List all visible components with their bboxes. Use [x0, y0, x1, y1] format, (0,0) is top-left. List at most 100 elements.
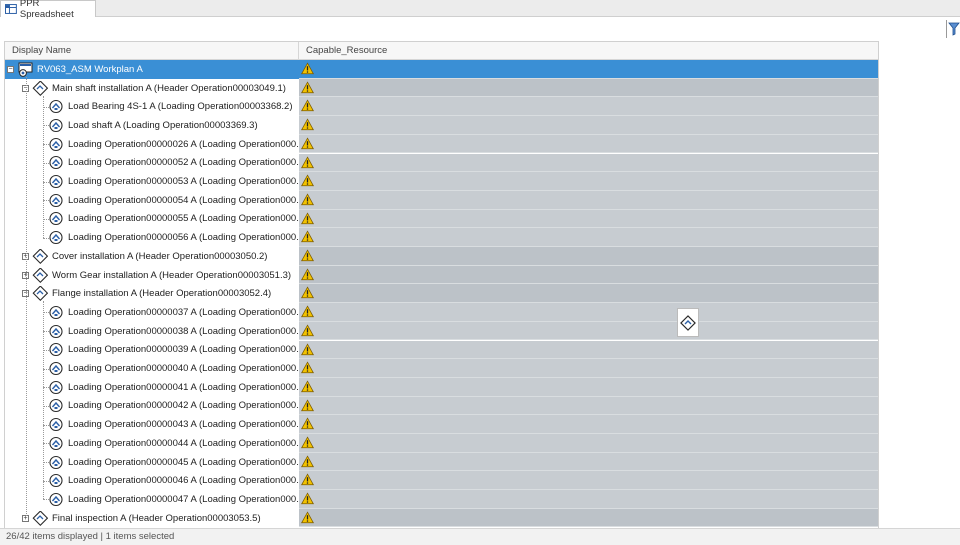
table-row[interactable]: Loading Operation00000045 A (Loading Ope… — [5, 452, 878, 472]
display-name-cell[interactable]: Loading Operation00000039 A (Loading Ope… — [5, 340, 299, 360]
capable-resource-cell[interactable] — [299, 321, 878, 341]
display-name-cell[interactable]: Loading Operation00000055 A (Loading Ope… — [5, 209, 299, 229]
filter-button[interactable] — [946, 20, 960, 38]
capable-resource-cell[interactable] — [299, 153, 878, 173]
table-row[interactable]: Loading Operation00000026 A (Loading Ope… — [5, 134, 878, 154]
warning-icon — [301, 249, 314, 262]
warning-icon — [301, 212, 314, 225]
display-name-cell[interactable]: Loading Operation00000044 A (Loading Ope… — [5, 434, 299, 453]
capable-resource-cell[interactable] — [299, 134, 878, 154]
column-header-display-name[interactable]: Display Name — [5, 42, 299, 60]
table-row[interactable]: Loading Operation00000056 A (Loading Ope… — [5, 228, 878, 247]
display-name-cell[interactable]: Loading Operation00000054 A (Loading Ope… — [5, 190, 299, 210]
display-name-cell[interactable]: Loading Operation00000043 A (Loading Ope… — [5, 415, 299, 434]
table-row[interactable]: Loading Operation00000044 A (Loading Ope… — [5, 434, 878, 453]
capable-resource-cell[interactable] — [299, 209, 878, 229]
capable-resource-cell[interactable] — [299, 490, 878, 509]
capable-resource-cell[interactable] — [299, 434, 878, 453]
display-name-cell[interactable]: Loading Operation00000041 A (Loading Ope… — [5, 377, 299, 397]
display-name-cell[interactable]: Load Bearing 4S-1 A (Loading Operation00… — [5, 97, 299, 117]
loading-operation-icon — [48, 361, 64, 376]
table-row[interactable]: − RV063_ASM Workplan A — [5, 60, 878, 79]
display-name-cell[interactable]: Loading Operation00000056 A (Loading Ope… — [5, 228, 299, 247]
table-row[interactable]: Loading Operation00000038 A (Loading Ope… — [5, 321, 878, 341]
warning-icon — [301, 193, 314, 206]
capable-resource-cell[interactable] — [299, 284, 878, 304]
capable-resource-cell[interactable] — [299, 172, 878, 191]
table-row[interactable]: Loading Operation00000040 A (Loading Ope… — [5, 359, 878, 378]
capable-resource-cell[interactable] — [299, 396, 878, 416]
drag-ghost — [677, 308, 699, 337]
table-row[interactable]: Loading Operation00000053 A (Loading Ope… — [5, 172, 878, 191]
capable-resource-cell[interactable] — [299, 116, 878, 135]
table-row[interactable]: Load shaft A (Loading Operation00003369.… — [5, 116, 878, 135]
capable-resource-cell[interactable] — [299, 471, 878, 491]
warning-icon — [301, 230, 314, 243]
capable-resource-cell[interactable] — [299, 359, 878, 378]
capable-resource-cell[interactable] — [299, 97, 878, 117]
table-row[interactable]: − Main shaft installation A (Header Opera… — [5, 78, 878, 98]
display-name-cell[interactable]: Loading Operation00000052 A (Loading Ope… — [5, 153, 299, 173]
loading-operation-icon — [48, 230, 64, 245]
capable-resource-cell[interactable] — [299, 247, 878, 266]
capable-resource-cell[interactable] — [299, 228, 878, 247]
table-row[interactable]: Load Bearing 4S-1 A (Loading Operation00… — [5, 97, 878, 117]
capable-resource-cell[interactable] — [299, 78, 878, 98]
display-name-cell[interactable]: − RV063_ASM Workplan A — [5, 60, 299, 79]
table-row[interactable]: Loading Operation00000046 A (Loading Ope… — [5, 471, 878, 491]
display-name-cell[interactable]: Loading Operation00000040 A (Loading Ope… — [5, 359, 299, 378]
capable-resource-cell[interactable] — [299, 377, 878, 397]
display-name-cell[interactable]: + Worm Gear installation A (Header Operat… — [5, 265, 299, 285]
table-row[interactable]: − Flange installation A (Header Operation… — [5, 284, 878, 304]
display-name-cell[interactable]: − Flange installation A (Header Operation… — [5, 284, 299, 304]
display-name-cell[interactable]: Loading Operation00000037 A (Loading Ope… — [5, 303, 299, 322]
capable-resource-cell[interactable] — [299, 415, 878, 434]
capable-resource-cell[interactable] — [299, 303, 878, 322]
column-header-capable-resource[interactable]: Capable_Resource — [299, 42, 878, 60]
table-row[interactable]: Loading Operation00000037 A (Loading Ope… — [5, 303, 878, 322]
display-name-cell[interactable]: + Final inspection A (Header Operation000… — [5, 508, 299, 528]
table-row[interactable]: Loading Operation00000047 A (Loading Ope… — [5, 490, 878, 509]
table-row[interactable]: + Worm Gear installation A (Header Operat… — [5, 265, 878, 285]
table-row[interactable]: Loading Operation00000039 A (Loading Ope… — [5, 340, 878, 360]
tree-guide-line — [43, 443, 49, 445]
status-bar: 26/42 items displayed | 1 items selected — [0, 528, 960, 545]
display-name-cell[interactable]: Load shaft A (Loading Operation00003369.… — [5, 116, 299, 135]
display-name-cell[interactable]: − Main shaft installation A (Header Opera… — [5, 78, 299, 98]
table-row[interactable]: + Cover installation A (Header Operation0… — [5, 247, 878, 266]
row-label: Loading Operation00000055 A (Loading Ope… — [68, 213, 299, 225]
display-name-cell[interactable]: + Cover installation A (Header Operation0… — [5, 247, 299, 266]
capable-resource-cell[interactable] — [299, 265, 878, 285]
collapse-toggle[interactable]: − — [7, 65, 14, 73]
table-row[interactable]: Loading Operation00000054 A (Loading Ope… — [5, 190, 878, 210]
capable-resource-cell[interactable] — [299, 190, 878, 210]
capable-resource-cell[interactable] — [299, 60, 878, 79]
tree-guide-line — [43, 162, 49, 164]
capable-resource-cell[interactable] — [299, 452, 878, 472]
workplan-icon — [17, 62, 33, 77]
display-name-cell[interactable]: Loading Operation00000047 A (Loading Ope… — [5, 490, 299, 509]
display-name-cell[interactable]: Loading Operation00000046 A (Loading Ope… — [5, 471, 299, 491]
display-name-cell[interactable]: Loading Operation00000053 A (Loading Ope… — [5, 172, 299, 191]
table-row[interactable]: Loading Operation00000041 A (Loading Ope… — [5, 377, 878, 397]
loading-operation-icon — [48, 342, 64, 357]
tree-guide-line — [43, 480, 49, 482]
header-operation-icon — [32, 79, 49, 96]
capable-resource-cell[interactable] — [299, 508, 878, 528]
loading-operation-icon — [48, 118, 64, 133]
table-row[interactable]: Loading Operation00000042 A (Loading Ope… — [5, 396, 878, 416]
table-row[interactable]: Loading Operation00000043 A (Loading Ope… — [5, 415, 878, 434]
display-name-cell[interactable]: Loading Operation00000042 A (Loading Ope… — [5, 396, 299, 416]
table-row[interactable]: Loading Operation00000055 A (Loading Ope… — [5, 209, 878, 229]
display-name-cell[interactable]: Loading Operation00000045 A (Loading Ope… — [5, 452, 299, 472]
tab-ppr-spreadsheet[interactable]: PPR Spreadsheet — [0, 0, 96, 20]
warning-icon — [301, 380, 314, 393]
table-row[interactable]: + Final inspection A (Header Operation000… — [5, 508, 878, 528]
ppr-spreadsheet-grid[interactable]: Display Name Capable_Resource − RV063_ASM… — [4, 41, 879, 529]
display-name-cell[interactable]: Loading Operation00000038 A (Loading Ope… — [5, 321, 299, 341]
capable-resource-cell[interactable] — [299, 340, 878, 360]
table-row[interactable]: Loading Operation00000052 A (Loading Ope… — [5, 153, 878, 173]
warning-icon — [301, 305, 314, 318]
display-name-cell[interactable]: Loading Operation00000026 A (Loading Ope… — [5, 134, 299, 154]
loading-operation-icon — [48, 193, 64, 208]
